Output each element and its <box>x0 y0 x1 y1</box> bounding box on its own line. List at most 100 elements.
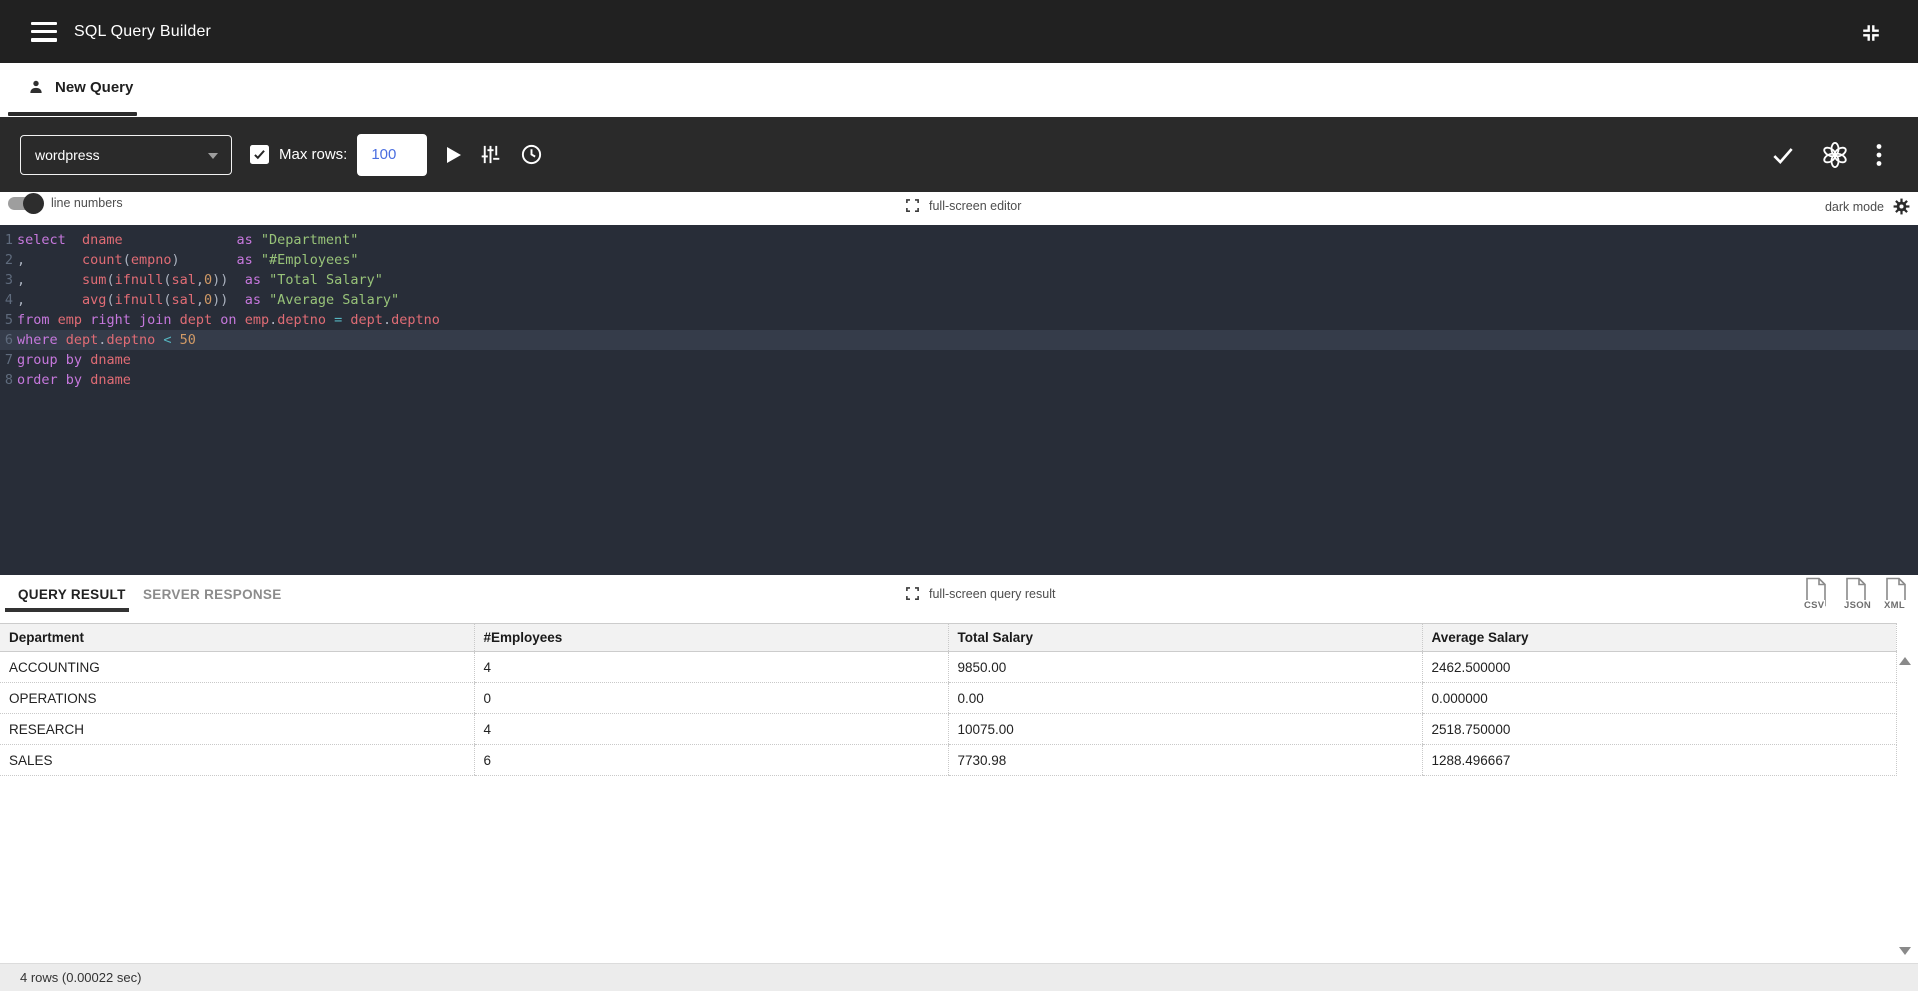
dark-mode-button[interactable]: dark mode <box>1825 197 1911 216</box>
max-rows-label: Max rows: <box>279 146 347 163</box>
export-csv-button[interactable]: CSV <box>1804 577 1830 611</box>
table-cell: RESEARCH <box>0 714 474 745</box>
code-line[interactable]: 8order by dname <box>0 370 1918 390</box>
tab-new-query[interactable]: New Query <box>27 78 133 96</box>
dark-mode-label: dark mode <box>1825 200 1884 214</box>
more-options-button[interactable] <box>1876 143 1882 167</box>
table-cell: ACCOUNTING <box>0 652 474 683</box>
active-results-tab-indicator <box>5 608 129 612</box>
tab-server-response[interactable]: SERVER RESPONSE <box>143 587 282 602</box>
tab-query-result[interactable]: QUERY RESULT <box>18 587 126 602</box>
openai-icon <box>1820 140 1850 170</box>
table-cell: 4 <box>474 714 948 745</box>
line-number: 4 <box>0 290 13 310</box>
column-header[interactable]: Department <box>0 624 474 652</box>
app-title: SQL Query Builder <box>74 23 211 41</box>
toggle-track <box>8 197 42 210</box>
checkmark-icon <box>252 147 267 162</box>
column-header[interactable]: Average Salary <box>1422 624 1896 652</box>
table-header-row: Department#EmployeesTotal SalaryAverage … <box>0 624 1896 652</box>
query-toolbar: wordpress Max rows: <box>0 117 1918 192</box>
code-text: , avg(ifnull(sal,0)) as "Average Salary" <box>17 290 399 310</box>
run-query-button[interactable] <box>447 147 461 163</box>
sql-code-editor[interactable]: 1select dname as "Department"2, count(em… <box>0 225 1918 575</box>
code-lines: 1select dname as "Department"2, count(em… <box>0 230 1918 390</box>
scroll-up-arrow[interactable] <box>1899 657 1911 665</box>
max-rows-input[interactable] <box>357 134 427 176</box>
kebab-menu-icon <box>1876 143 1882 167</box>
table-cell: 2462.500000 <box>1422 652 1896 683</box>
database-select-value: wordpress <box>35 147 100 163</box>
line-number: 7 <box>0 350 13 370</box>
tune-settings-button[interactable] <box>479 143 502 166</box>
table-cell: 6 <box>474 745 948 776</box>
table-cell: SALES <box>0 745 474 776</box>
code-line[interactable]: 2, count(empno) as "#Employees" <box>0 250 1918 270</box>
table-row[interactable]: OPERATIONS00.000.000000 <box>0 683 1896 714</box>
table-row[interactable]: SALES67730.981288.496667 <box>0 745 1896 776</box>
ai-assistant-button[interactable] <box>1820 140 1850 170</box>
table-cell: 4 <box>474 652 948 683</box>
table-cell: 7730.98 <box>948 745 1422 776</box>
column-header[interactable]: Total Salary <box>948 624 1422 652</box>
user-icon <box>27 78 45 96</box>
table-cell: 10075.00 <box>948 714 1422 745</box>
toolbar-right-group <box>1770 117 1918 192</box>
code-text: , sum(ifnull(sal,0)) as "Total Salary" <box>17 270 383 290</box>
table-cell: 0 <box>474 683 948 714</box>
tune-icon <box>479 143 502 166</box>
code-text: select dname as "Department" <box>17 230 358 250</box>
export-csv-label: CSV <box>1803 600 1825 611</box>
menu-icon[interactable] <box>31 22 57 42</box>
column-header[interactable]: #Employees <box>474 624 948 652</box>
code-line[interactable]: 5from emp right join dept on emp.deptno … <box>0 310 1918 330</box>
compress-window-icon[interactable] <box>1860 22 1882 44</box>
code-text: order by dname <box>17 370 131 390</box>
active-tab-indicator <box>8 112 137 116</box>
line-numbers-toggle[interactable]: line numbers <box>8 196 123 210</box>
row-count-status: 4 rows (0.00022 sec) <box>20 970 141 985</box>
check-icon <box>1770 142 1796 168</box>
export-xml-button[interactable]: XML <box>1884 577 1910 611</box>
code-line[interactable]: 6where dept.deptno < 50 <box>0 330 1918 350</box>
code-line[interactable]: 3, sum(ifnull(sal,0)) as "Total Salary" <box>0 270 1918 290</box>
export-json-button[interactable]: JSON <box>1844 577 1870 611</box>
gear-icon <box>1892 197 1911 216</box>
fullscreen-editor-button[interactable]: full-screen editor <box>905 198 1021 213</box>
line-number: 2 <box>0 250 13 270</box>
results-bar: QUERY RESULT SERVER RESPONSE full-screen… <box>0 575 1918 623</box>
code-line[interactable]: 1select dname as "Department" <box>0 230 1918 250</box>
expand-icon <box>905 198 920 213</box>
fullscreen-results-label: full-screen query result <box>929 587 1055 601</box>
table-cell: 9850.00 <box>948 652 1422 683</box>
line-number: 1 <box>0 230 13 250</box>
editor-control-bar: line numbers full-screen editor dark mod… <box>0 192 1918 225</box>
table-body: ACCOUNTING49850.002462.500000OPERATIONS0… <box>0 652 1896 776</box>
line-number: 6 <box>0 330 13 350</box>
clock-icon <box>520 143 543 166</box>
code-line[interactable]: 4, avg(ifnull(sal,0)) as "Average Salary… <box>0 290 1918 310</box>
line-numbers-label: line numbers <box>51 196 123 210</box>
table-cell: 1288.496667 <box>1422 745 1896 776</box>
line-number: 8 <box>0 370 13 390</box>
code-text: group by dname <box>17 350 131 370</box>
tab-label: New Query <box>55 79 133 96</box>
table-row[interactable]: RESEARCH410075.002518.750000 <box>0 714 1896 745</box>
code-text: from emp right join dept on emp.deptno =… <box>17 310 440 330</box>
code-line[interactable]: 7group by dname <box>0 350 1918 370</box>
export-xml-label: XML <box>1883 600 1906 611</box>
max-rows-checkbox[interactable] <box>250 145 269 164</box>
table-row[interactable]: ACCOUNTING49850.002462.500000 <box>0 652 1896 683</box>
tab-bar: New Query <box>0 63 1918 117</box>
sql-query-builder-app: SQL Query Builder New Query wordpress Ma… <box>0 0 1918 991</box>
code-text: where dept.deptno < 50 <box>17 330 196 350</box>
scroll-down-arrow[interactable] <box>1899 947 1911 955</box>
database-select[interactable]: wordpress <box>20 135 232 175</box>
query-history-button[interactable] <box>520 143 543 166</box>
fullscreen-results-button[interactable]: full-screen query result <box>905 586 1055 601</box>
fullscreen-editor-label: full-screen editor <box>929 199 1021 213</box>
chevron-down-icon <box>208 153 218 159</box>
validate-query-button[interactable] <box>1770 142 1796 168</box>
table-cell: OPERATIONS <box>0 683 474 714</box>
expand-icon <box>905 586 920 601</box>
